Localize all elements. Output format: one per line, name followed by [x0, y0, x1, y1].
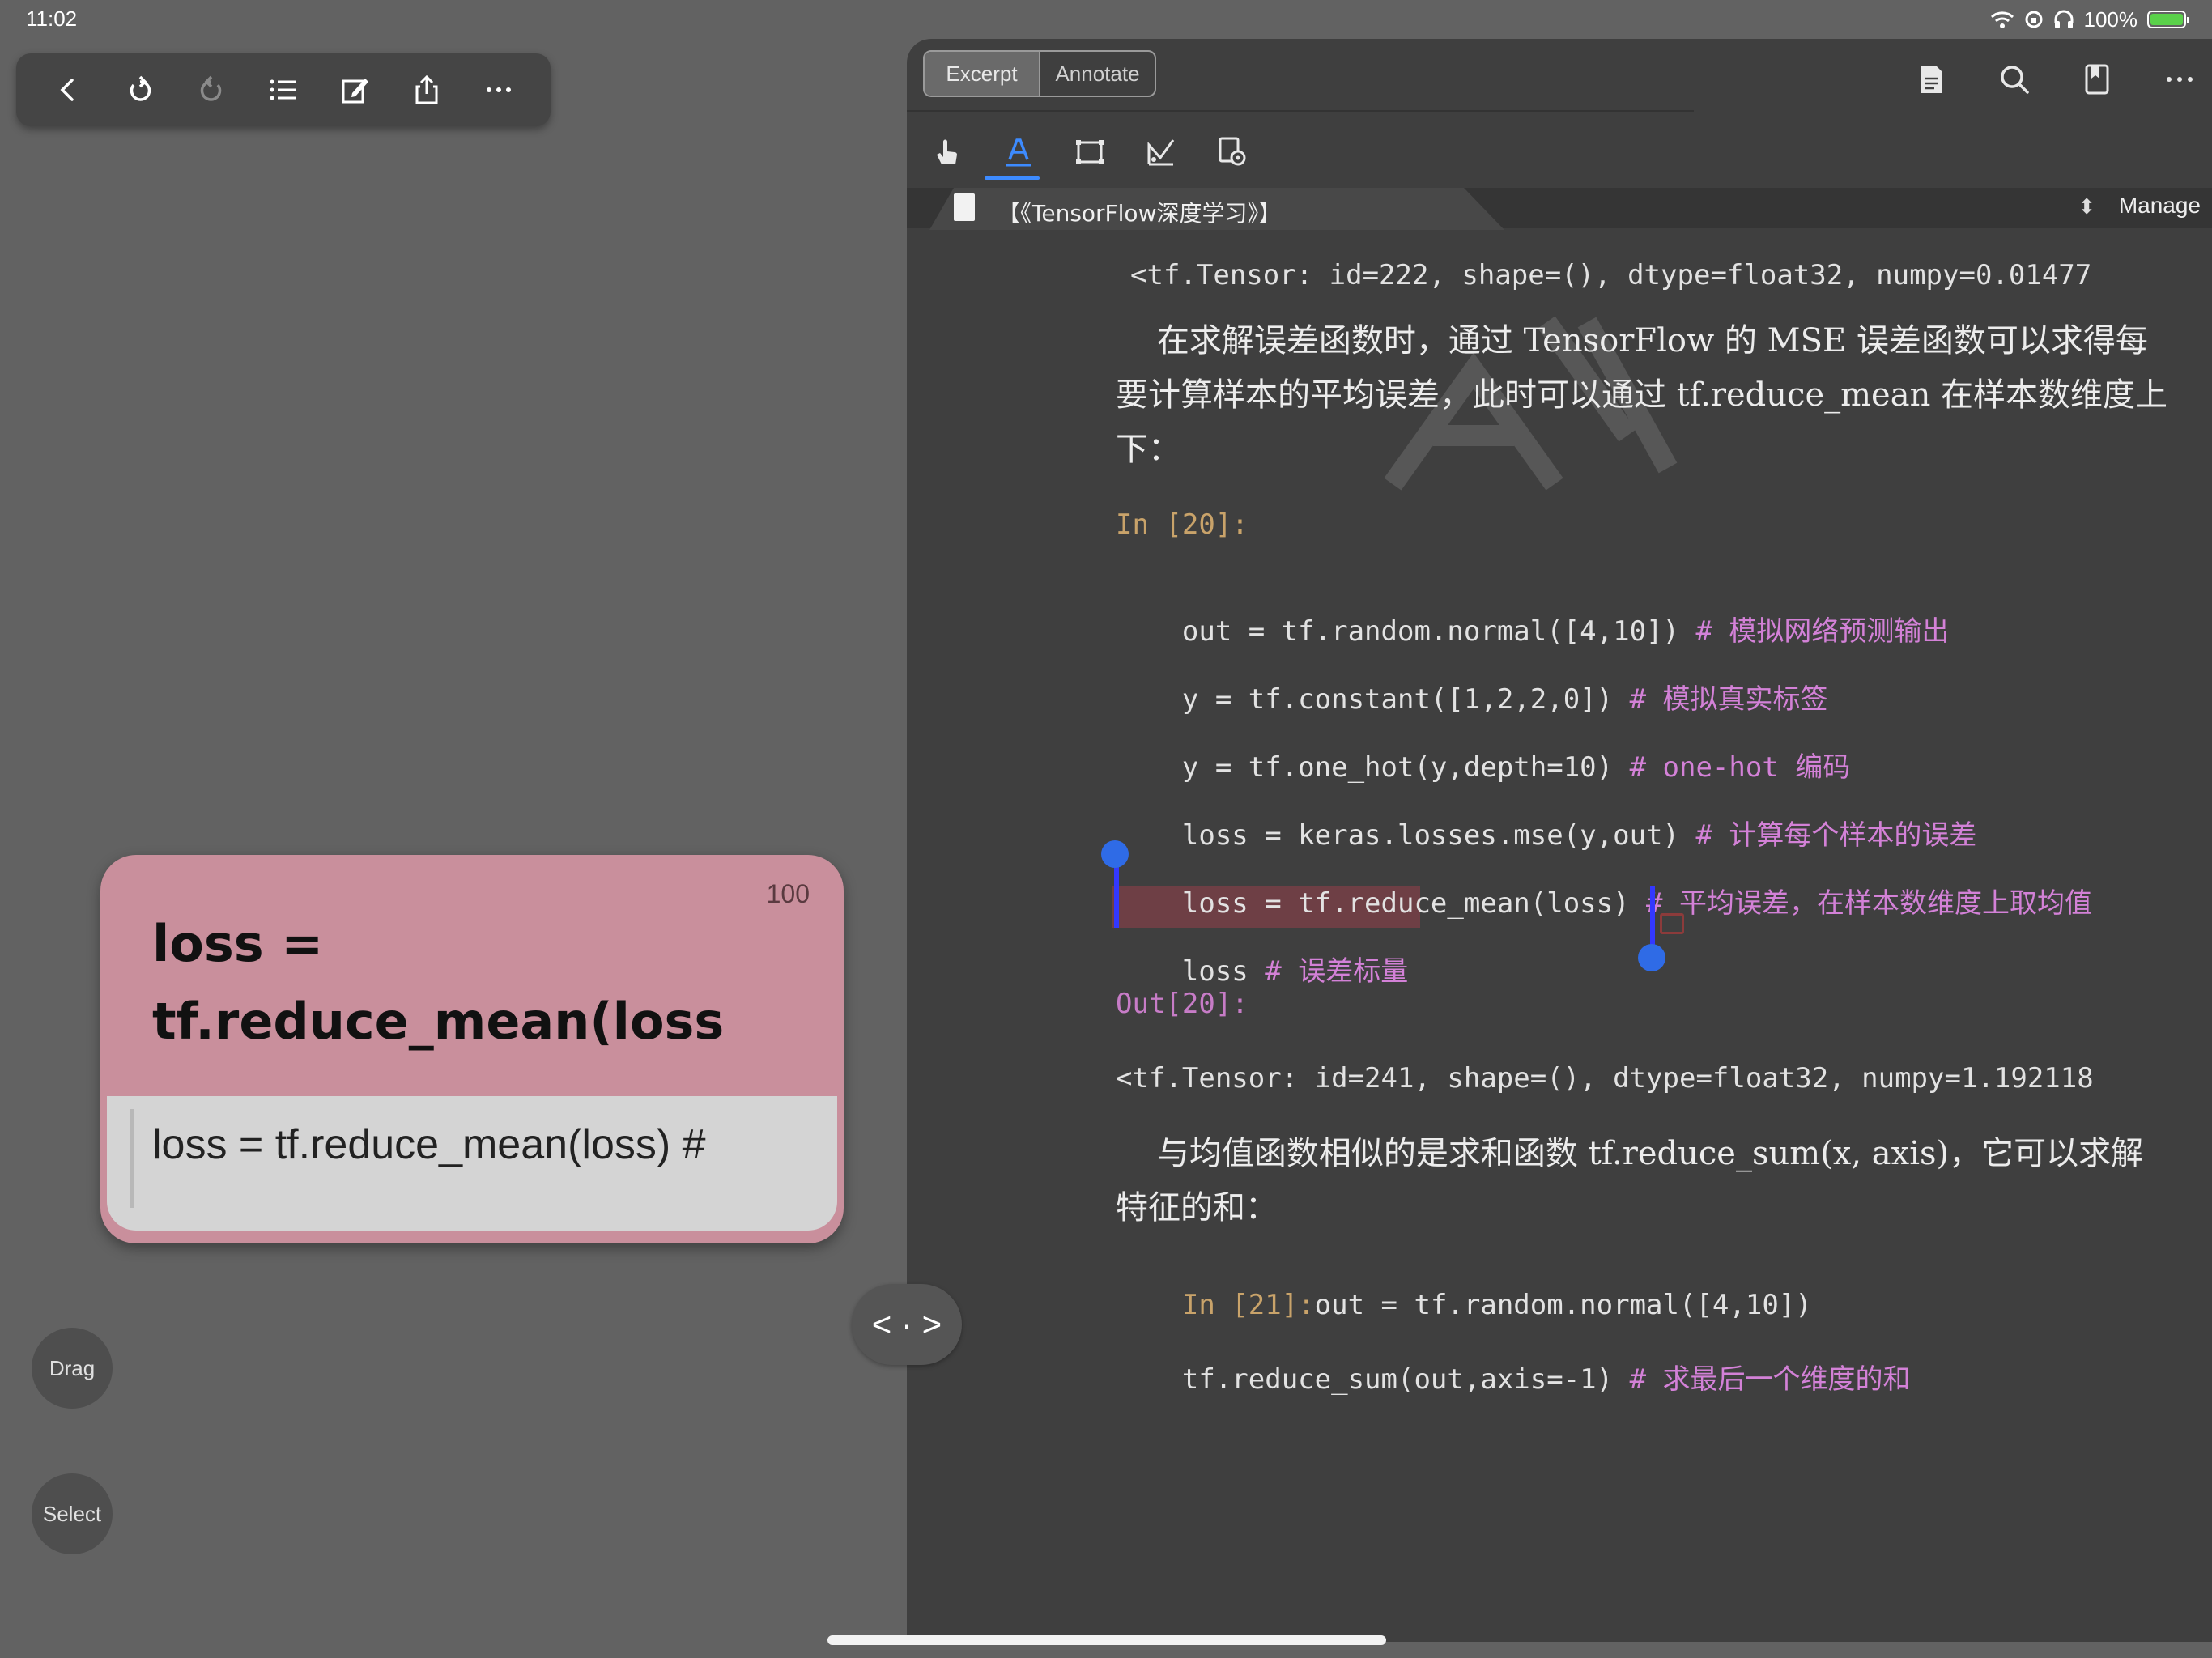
- annotation-tools: [923, 123, 1257, 181]
- code-comment: # 模拟网络预测输出: [1695, 615, 1950, 648]
- code-comment: # 模拟真实标签: [1629, 683, 1828, 716]
- code-comment: # 误差标量: [1265, 955, 1409, 988]
- excerpt-body[interactable]: loss = tf.reduce_mean(loss) #: [107, 1096, 837, 1231]
- output-prompt-20: Out[20]:: [1116, 988, 1249, 1020]
- tool-settings-icon[interactable]: [1208, 123, 1257, 181]
- code-comment: # 计算每个样本的误差: [1695, 819, 1977, 852]
- document-actions: [1908, 55, 2204, 104]
- sort-icon[interactable]: ⬍: [2078, 194, 2095, 219]
- selection-end-handle[interactable]: [1638, 944, 1665, 971]
- wifi-icon: [1990, 11, 2014, 28]
- rotation-lock-icon: [2025, 11, 2042, 28]
- paragraph-2-line-1[interactable]: 与均值函数相似的是求和函数 tf.reduce_sum(x, axis)，它可以…: [1116, 1127, 2143, 1174]
- freehand-icon[interactable]: [1137, 123, 1185, 181]
- status-time: 11:02: [26, 6, 78, 31]
- home-indicator[interactable]: [827, 1635, 1386, 1645]
- paragraph-1-line-3[interactable]: 下：: [1116, 423, 1180, 470]
- code-text: tf.reduce_sum(out,axis=-1): [1181, 1363, 1630, 1396]
- segment-excerpt[interactable]: Excerpt: [925, 52, 1039, 96]
- status-indicators: 100%: [1990, 6, 2189, 32]
- split-view-handle[interactable]: < · >: [852, 1284, 962, 1365]
- excerpt-title: loss = tf.reduce_mean(loss: [152, 905, 800, 1061]
- rectangle-select-icon[interactable]: [1066, 123, 1114, 181]
- code-line[interactable]: tf.reduce_sum(out,axis=-1) # 求最后一个维度的和: [1116, 1324, 1911, 1429]
- comment-icon[interactable]: [1660, 913, 1684, 934]
- selection-start-handle[interactable]: [1101, 840, 1129, 868]
- paragraph-1-line-2[interactable]: 要计算样本的平均误差，此时可以通过 tf.reduce_mean 在样本数维度上: [1116, 368, 2167, 415]
- headphones-icon: [2054, 10, 2073, 28]
- output-line-1: <tf.Tensor: id=222, shape=(), dtype=floa…: [1130, 259, 2092, 291]
- back-icon[interactable]: [44, 66, 92, 114]
- input-prompt-21: In [21]:: [1181, 1289, 1315, 1321]
- manage-button[interactable]: Manage: [2119, 193, 2201, 219]
- document-tab-title: 【《TensorFlow深度学习》】: [998, 200, 1282, 227]
- active-tool-indicator: [985, 176, 1040, 180]
- search-icon[interactable]: [1990, 55, 2039, 104]
- left-toolbar: [16, 53, 551, 126]
- excerpt-title-line-2: tf.reduce_mean(loss: [152, 992, 725, 1051]
- redo-icon[interactable]: [187, 66, 236, 114]
- battery-icon: [2147, 11, 2189, 28]
- output-line-2: <tf.Tensor: id=241, shape=(), dtype=floa…: [1116, 1062, 2094, 1095]
- document-file-icon: [954, 193, 975, 221]
- share-icon[interactable]: [402, 66, 451, 114]
- paragraph-1-line-1[interactable]: 在求解误差函数时，通过 TensorFlow 的 MSE 误差函数可以求得每: [1116, 314, 2148, 361]
- code-text: y = tf.one_hot(y,depth=10): [1181, 751, 1630, 784]
- code-text: y = tf.constant([1,2,2,0]): [1181, 683, 1630, 716]
- battery-level: [2150, 14, 2183, 25]
- outline-icon[interactable]: [259, 66, 308, 114]
- code-text: loss = tf.reduce_mean(loss): [1181, 887, 1647, 920]
- bookmark-icon[interactable]: [2073, 55, 2121, 104]
- code-comment: # 求最后一个维度的和: [1629, 1363, 1911, 1396]
- code-comment: # 平均误差，在样本数维度上取均值: [1646, 887, 2092, 920]
- more-icon[interactable]: [2155, 55, 2204, 104]
- mode-segmented-control: Excerpt Annotate: [923, 50, 1156, 97]
- text-highlight-icon[interactable]: [994, 123, 1043, 181]
- code-text: out = tf.random.normal([4,10]): [1314, 1289, 1812, 1321]
- code-text: out = tf.random.normal([4,10]): [1181, 615, 1696, 648]
- toolbar-divider: [907, 110, 1694, 112]
- undo-icon[interactable]: [116, 66, 164, 114]
- document-panel: Excerpt Annotate 【《TensorFlow深度学习》】 ⬍ Ma…: [907, 39, 2212, 1642]
- quote-bar: [130, 1109, 134, 1208]
- excerpt-body-text: loss = tf.reduce_mean(loss) #: [152, 1121, 706, 1168]
- code-text: loss = keras.losses.mse(y,out): [1181, 819, 1696, 852]
- paragraph-2-line-2[interactable]: 特征的和：: [1116, 1181, 1278, 1228]
- input-prompt-20: In [20]:: [1116, 508, 1249, 541]
- excerpt-title-line-1: loss =: [152, 914, 324, 973]
- hand-tool-icon[interactable]: [923, 123, 972, 181]
- segment-annotate[interactable]: Annotate: [1039, 52, 1155, 96]
- edit-note-icon[interactable]: [331, 66, 380, 114]
- code-text: loss: [1181, 955, 1266, 988]
- page-icon[interactable]: [1908, 55, 1956, 104]
- excerpt-card[interactable]: 100 loss = tf.reduce_mean(loss loss = tf…: [100, 855, 844, 1244]
- select-button[interactable]: Select: [32, 1473, 113, 1554]
- drag-button[interactable]: Drag: [32, 1328, 113, 1409]
- code-comment: # one-hot 编码: [1629, 751, 1851, 784]
- battery-percent: 100%: [2083, 6, 2138, 32]
- more-icon[interactable]: [474, 66, 523, 114]
